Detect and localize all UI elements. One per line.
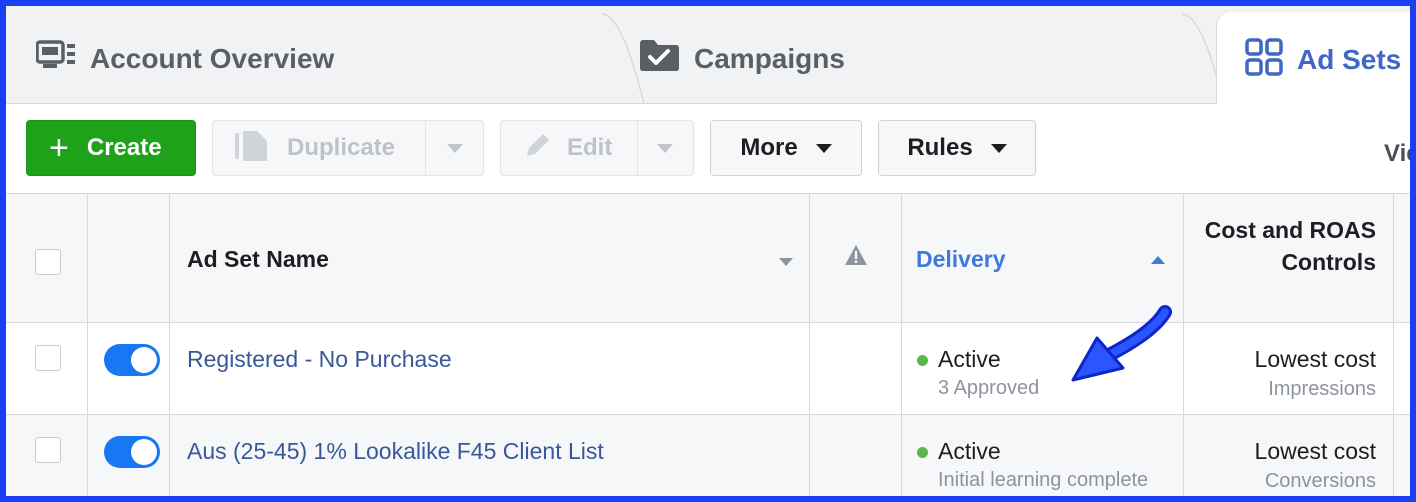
ad-set-name-link[interactable]: Registered - No Purchase xyxy=(187,346,452,373)
ad-set-name-link[interactable]: Aus (25-45) 1% Lookalike F45 Client List xyxy=(187,438,604,465)
create-button-label: Create xyxy=(86,134,162,161)
annotation-arrow-icon xyxy=(1071,305,1172,382)
column-divider xyxy=(1393,194,1394,496)
pencil-icon xyxy=(523,130,553,167)
rules-caret-icon xyxy=(990,143,1007,153)
screenshot-frame: Account Overview Campaigns Ad Sets + Cre… xyxy=(0,0,1416,502)
toggle-knob xyxy=(131,439,157,465)
plus-icon: + xyxy=(49,129,69,167)
duplicate-dropdown-caret-icon[interactable] xyxy=(447,144,463,153)
more-caret-icon xyxy=(815,143,832,153)
column-divider xyxy=(169,194,170,496)
rules-button[interactable]: Rules xyxy=(878,120,1036,176)
column-divider xyxy=(1183,194,1184,496)
more-button-label: More xyxy=(740,134,798,161)
more-button[interactable]: More xyxy=(710,120,862,176)
optimization-goal: Conversions xyxy=(1264,470,1376,492)
edit-dropdown-caret-icon[interactable] xyxy=(657,144,673,153)
ad-sets-table: Ad Set Name Delivery Cost and ROAS Contr… xyxy=(6,194,1410,496)
column-header-ad-set-name[interactable]: Ad Set Name xyxy=(187,246,329,273)
ad-sets-grid-icon xyxy=(1245,37,1283,83)
sort-ascending-icon[interactable] xyxy=(1151,256,1165,264)
ad-set-toggle[interactable] xyxy=(104,436,160,468)
optimization-goal: Impressions xyxy=(1268,378,1376,400)
bid-strategy: Lowest cost xyxy=(1254,346,1376,372)
split-divider xyxy=(425,121,426,175)
duplicate-button-label: Duplicate xyxy=(287,134,396,161)
active-status-dot xyxy=(917,355,928,366)
toggle-knob xyxy=(131,347,157,373)
toolbar: + Create Duplicate Edit More Rules Vi xyxy=(6,104,1410,194)
delivery-substatus: Initial learning complete xyxy=(938,469,1149,491)
tab-account-overview[interactable]: Account Overview xyxy=(35,12,335,105)
ad-set-toggle[interactable] xyxy=(104,344,160,376)
tab-ad-sets-label: Ad Sets xyxy=(1297,44,1402,75)
tab-bar: Account Overview Campaigns Ad Sets xyxy=(6,6,1410,108)
split-divider xyxy=(637,121,638,175)
select-all-checkbox[interactable] xyxy=(35,249,61,275)
warning-icon xyxy=(844,244,868,271)
row-checkbox[interactable] xyxy=(35,345,61,371)
sort-caret-icon[interactable] xyxy=(779,258,793,266)
folder-check-icon xyxy=(638,38,680,79)
tab-campaigns[interactable]: Campaigns xyxy=(638,12,845,105)
tab-campaigns-label: Campaigns xyxy=(694,42,845,74)
account-overview-icon xyxy=(35,40,76,77)
duplicate-icon xyxy=(233,127,271,170)
view-setup-button[interactable]: Vie xyxy=(1384,140,1410,168)
column-divider xyxy=(87,194,88,496)
active-status-dot xyxy=(917,447,928,458)
column-header-cost-controls[interactable]: Cost and ROAS Controls xyxy=(1186,214,1376,278)
tab-account-overview-label: Account Overview xyxy=(90,42,335,74)
row-checkbox[interactable] xyxy=(35,437,61,463)
delivery-status: Active xyxy=(938,438,1001,464)
column-header-delivery[interactable]: Delivery xyxy=(916,246,1006,273)
column-divider xyxy=(901,194,902,496)
rules-button-label: Rules xyxy=(907,134,973,161)
delivery-status: Active xyxy=(938,346,1001,372)
tab-ad-sets[interactable]: Ad Sets xyxy=(1216,12,1410,108)
edit-button-label: Edit xyxy=(567,134,613,161)
duplicate-button[interactable]: Duplicate xyxy=(212,120,484,176)
column-divider xyxy=(809,194,810,496)
row-divider xyxy=(6,414,1410,415)
create-button[interactable]: + Create xyxy=(26,120,196,176)
edit-button[interactable]: Edit xyxy=(500,120,694,176)
bid-strategy: Lowest cost xyxy=(1254,438,1376,464)
row-divider xyxy=(6,322,1410,323)
